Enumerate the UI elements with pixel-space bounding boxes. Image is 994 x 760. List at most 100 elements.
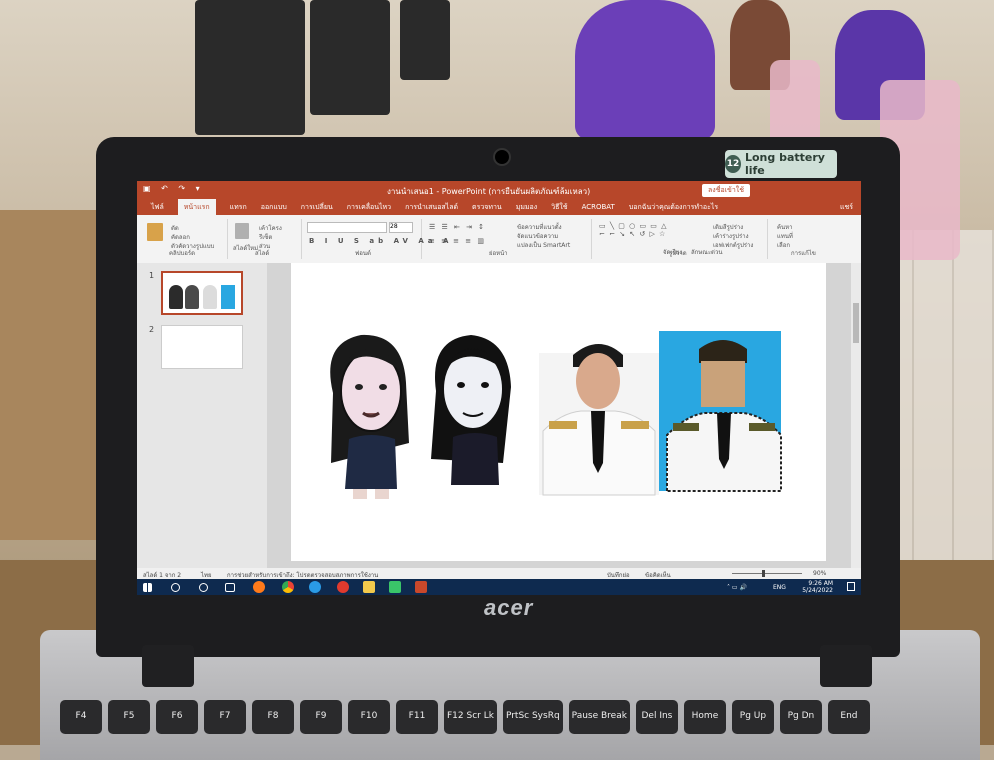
zoom-slider-knob[interactable]: [762, 570, 765, 577]
key[interactable]: F11: [396, 700, 438, 734]
slide-number: 1: [149, 271, 155, 280]
clock-time[interactable]: 9:26 AM: [793, 580, 833, 587]
task-view-icon[interactable]: [225, 583, 235, 592]
shapes-gallery[interactable]: ▭ ╲ ▢ ○ ▭ ▭ △ ⌐ ⌐ ↘ ↖ ↺ ▷ ☆: [599, 222, 668, 238]
tab-file[interactable]: ไฟล์: [151, 199, 164, 215]
key[interactable]: Del Ins: [635, 700, 678, 734]
vertical-scrollbar[interactable]: [851, 263, 861, 568]
function-key-row: F4 F5 F6 F7 F8 F9 F10 F11 F12 Scr Lk Prt…: [60, 700, 960, 745]
tab-slideshow[interactable]: การนำเสนอสไลด์: [405, 199, 458, 215]
powerpoint-titlebar: ▣ ↶ ↷ ▾ งานนำเสนอ1 - PowerPoint (การยืนย…: [137, 181, 861, 199]
cartoon-woman-color[interactable]: [330, 334, 409, 499]
window-title: งานนำเสนอ1 - PowerPoint (การยืนยันผลิตภั…: [387, 187, 591, 196]
cartoon-woman-outline[interactable]: [431, 335, 511, 485]
drawing-group: ▭ ╲ ▢ ○ ▭ ▭ △ ⌐ ⌐ ↘ ↖ ↺ ▷ ☆ จัดเรียง ลักษ…: [595, 219, 768, 259]
paste-icon[interactable]: [147, 223, 163, 241]
mini-cartoon: [185, 285, 199, 309]
slide-canvas[interactable]: [291, 263, 826, 561]
ribbon-tabs: ไฟล์ หน้าแรก แทรก ออกแบบ การเปลี่ยน การเ…: [137, 199, 861, 215]
group-label: คลิปบอร์ด: [169, 250, 196, 257]
windows-taskbar: ˄ ▭ 🔊 ENG 9:26 AM 5/24/2022: [137, 579, 861, 595]
chrome-icon[interactable]: [282, 581, 294, 593]
zoom-level[interactable]: 90%: [813, 570, 826, 577]
search-icon[interactable]: [171, 583, 180, 592]
tab-acrobat[interactable]: ACROBAT: [582, 199, 615, 215]
cortana-icon[interactable]: [199, 583, 208, 592]
group-label: ย่อหน้า: [489, 250, 508, 257]
laptop-screen: ▣ ↶ ↷ ▾ งานนำเสนอ1 - PowerPoint (การยืนย…: [137, 181, 861, 595]
group-label: สไลด์: [255, 250, 270, 257]
powerpoint-icon[interactable]: [415, 581, 427, 593]
tab-transitions[interactable]: การเปลี่ยน: [301, 199, 333, 215]
mini-photo: [203, 285, 217, 309]
background-monitor: [400, 0, 450, 80]
paragraph-buttons[interactable]: ☰ ☰ ⇤ ⇥ ↕: [429, 223, 486, 231]
slides-group: สไลด์ใหม่ เค้าโครง รีเซ็ต ส่วน สไลด์: [231, 219, 302, 259]
clock-date[interactable]: 5/24/2022: [793, 587, 833, 594]
font-name-box[interactable]: [307, 222, 387, 233]
tab-review[interactable]: ตรวจทาน: [472, 199, 502, 215]
paragraph-group: ☰ ☰ ⇤ ⇥ ↕ ≡ ≡ ≡ ≡ ▥ ข้อความที่แนวตั้ง จั…: [425, 219, 592, 259]
acrobat-icon[interactable]: [337, 581, 349, 593]
new-slide-icon[interactable]: [235, 223, 249, 239]
key[interactable]: End: [827, 700, 870, 734]
slide-number: 2: [149, 325, 155, 334]
zoom-slider[interactable]: [732, 573, 802, 574]
scrollbar-thumb[interactable]: [853, 303, 859, 343]
key[interactable]: F6: [156, 700, 198, 734]
slide-thumbnails-pane: 1 2: [137, 263, 267, 568]
mini-pixel-photo: [221, 285, 235, 309]
tab-animations[interactable]: การเคลื่อนไหว: [347, 199, 391, 215]
font-size-box[interactable]: 28: [389, 222, 413, 233]
font-group: 28 B I U S ab AV Aa A ฟอนต์: [305, 219, 448, 259]
shape-effects-label[interactable]: เอฟเฟกต์รูปร่าง: [713, 240, 753, 250]
pixel-art-photo[interactable]: [659, 331, 782, 492]
tab-help[interactable]: วิธีใช้: [551, 199, 567, 215]
notification-center-icon[interactable]: [847, 582, 855, 591]
key[interactable]: Pause Break: [568, 700, 630, 734]
background-monitor: [310, 0, 390, 115]
tell-me-search[interactable]: บอกฉันว่าคุณต้องการทำอะไร: [629, 199, 718, 215]
group-label: รูปวาด: [669, 250, 687, 257]
windows-start-icon[interactable]: [143, 583, 152, 592]
clipboard-group: ตัด คัดลอก ตัวคัดวางรูปแบบ คลิปบอร์ด: [141, 219, 228, 259]
uniform-photo[interactable]: [539, 344, 659, 496]
student: [575, 0, 715, 140]
key[interactable]: F8: [252, 700, 294, 734]
quick-access-toolbar[interactable]: ▣ ↶ ↷ ▾: [143, 184, 204, 193]
paragraph-align-buttons[interactable]: ≡ ≡ ≡ ≡ ▥: [429, 237, 486, 245]
key[interactable]: F7: [204, 700, 246, 734]
share-button[interactable]: แชร์: [840, 199, 861, 215]
line-icon[interactable]: [389, 581, 401, 593]
tab-home[interactable]: หน้าแรก: [177, 199, 216, 215]
system-tray-icons[interactable]: ˄ ▭ 🔊: [727, 584, 747, 591]
key[interactable]: F5: [108, 700, 150, 734]
key[interactable]: F4: [60, 700, 102, 734]
select-label[interactable]: เลือก: [777, 240, 790, 250]
firefox-icon[interactable]: [253, 581, 265, 593]
status-bar: สไลด์ 1 จาก 2 ไทย การช่วยสำหรับการเข้าถึ…: [137, 568, 861, 579]
tab-design[interactable]: ออกแบบ: [261, 199, 287, 215]
file-explorer-icon[interactable]: [363, 581, 375, 593]
key[interactable]: Pg Up: [731, 700, 774, 734]
slide-thumbnail-2[interactable]: [161, 325, 243, 369]
slide-thumbnail-1[interactable]: [161, 271, 243, 315]
key[interactable]: F10: [348, 700, 390, 734]
sign-in-button[interactable]: ลงชื่อเข้าใช้: [702, 184, 750, 197]
smartart-label[interactable]: แปลงเป็น SmartArt: [517, 240, 570, 250]
background-monitor: [195, 0, 305, 135]
tab-insert[interactable]: แทรก: [230, 199, 247, 215]
input-language[interactable]: ENG: [773, 584, 786, 591]
edge-icon[interactable]: [309, 581, 321, 593]
key[interactable]: Pg Dn: [779, 700, 822, 734]
acer-logo: acer: [484, 595, 534, 620]
slide-artwork: [330, 331, 782, 499]
key[interactable]: F12 Scr Lk: [444, 700, 497, 734]
key[interactable]: F9: [300, 700, 342, 734]
mini-cartoon: [169, 285, 183, 309]
tab-view[interactable]: มุมมอง: [516, 199, 537, 215]
key[interactable]: Home: [683, 700, 726, 734]
battery-sticker: 12 Long battery life: [725, 150, 837, 178]
key[interactable]: PrtSc SysRq: [502, 700, 563, 734]
home-ribbon: ตัด คัดลอก ตัวคัดวางรูปแบบ คลิปบอร์ด สไล…: [137, 215, 861, 264]
